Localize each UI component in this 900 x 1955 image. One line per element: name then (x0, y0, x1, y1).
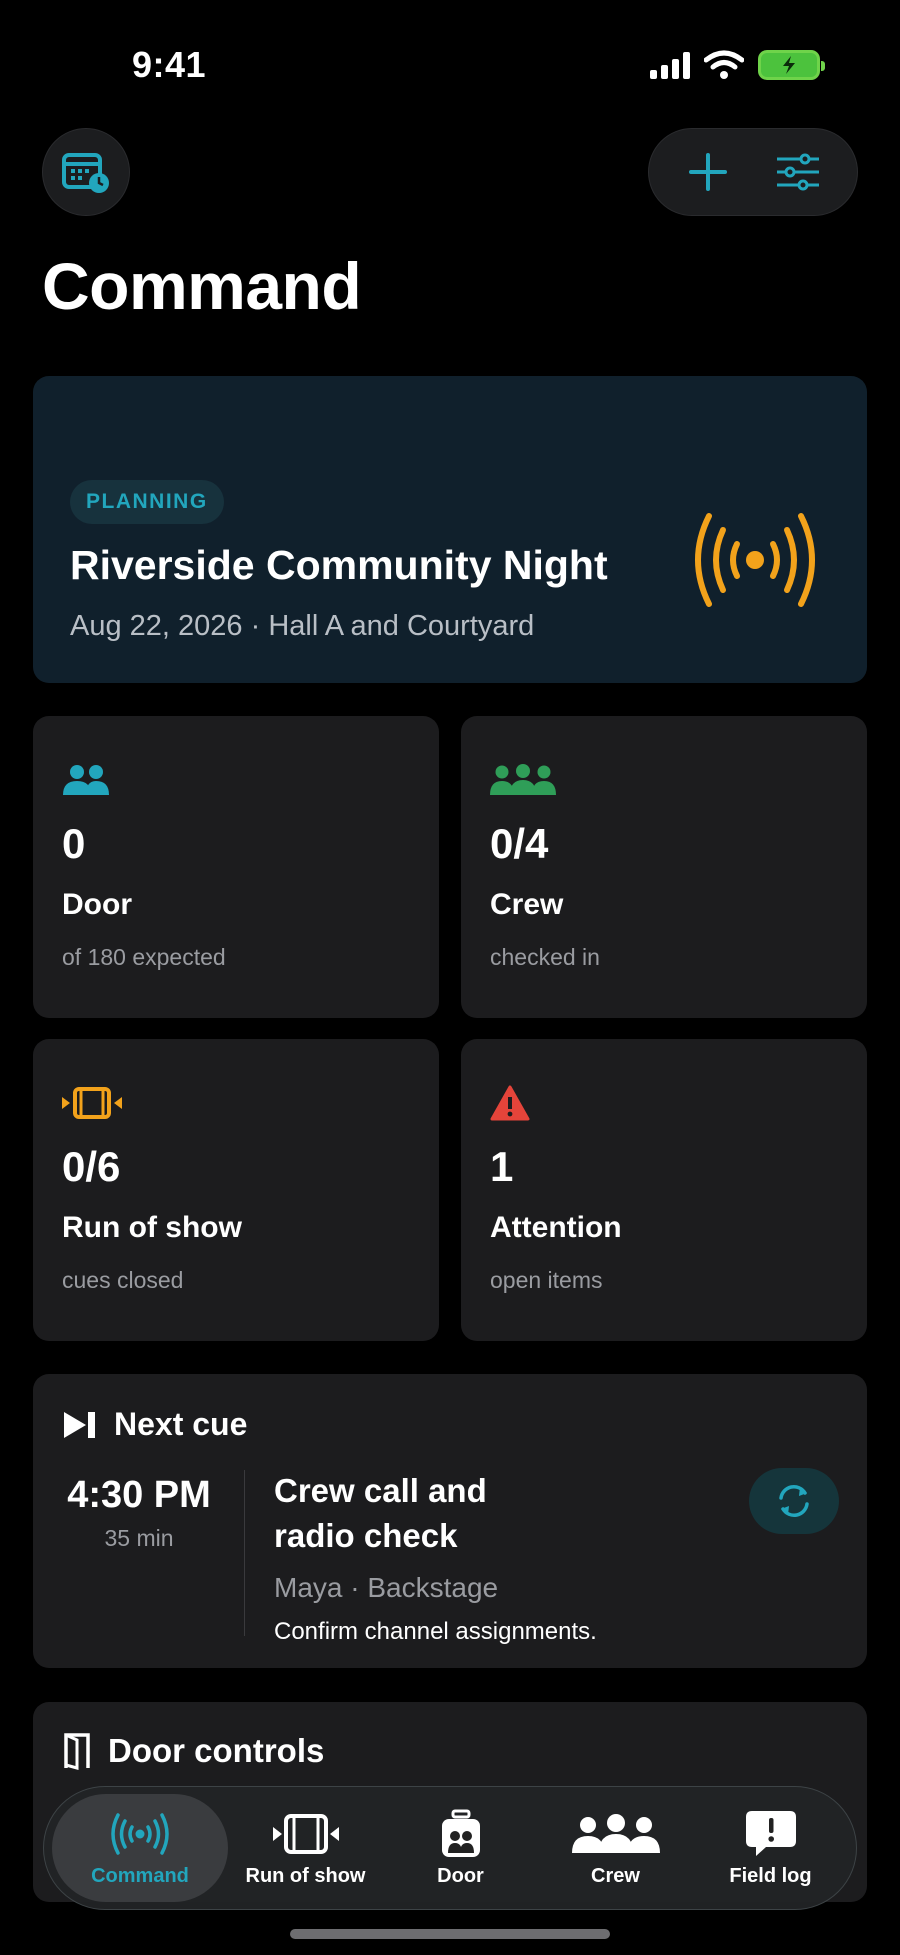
stat-label: Attention (490, 1211, 622, 1244)
badge-holder-icon (439, 1809, 483, 1859)
stat-card-run-of-show[interactable]: 0/6 Run of show cues closed (33, 1039, 439, 1341)
tab-label: Run of show (245, 1864, 366, 1887)
status-bar: 9:41 (0, 0, 900, 130)
cue-time-block: 4:30 PM 35 min (62, 1474, 216, 1552)
stat-value: 0/6 (62, 1143, 121, 1190)
stat-label: Run of show (62, 1211, 242, 1244)
event-details: Aug 22, 2026 · Hall A and Courtyard (70, 610, 535, 642)
tab-field-log[interactable]: Field log (693, 1794, 848, 1902)
warning-icon (490, 1083, 530, 1123)
stat-caption: checked in (490, 944, 600, 970)
header-actions (648, 128, 858, 216)
stat-card-crew[interactable]: 0/4 Crew checked in (461, 716, 867, 1018)
cue-refresh-button[interactable] (749, 1468, 839, 1534)
stat-label: Crew (490, 888, 564, 921)
plus-icon (689, 153, 727, 191)
tab-bar: Command Run of show Door Crew Field log (43, 1786, 857, 1910)
next-cue-card[interactable]: Next cue 4:30 PM 35 min Crew call and ra… (33, 1374, 867, 1668)
filter-button[interactable] (768, 142, 828, 202)
crew-icon (490, 760, 556, 800)
broadcast-icon (695, 513, 815, 607)
cue-time: 4:30 PM (67, 1474, 211, 1516)
next-cue-heading: Next cue (114, 1406, 248, 1442)
event-card[interactable]: PLANNING Riverside Community Night Aug 2… (33, 376, 867, 683)
alert-message-icon (744, 1809, 798, 1859)
stat-card-door[interactable]: 0 Door of 180 expected (33, 716, 439, 1018)
cellular-signal-icon (650, 51, 690, 79)
event-title: Riverside Community Night (70, 542, 608, 588)
divider (244, 1470, 245, 1636)
film-icon (272, 1809, 339, 1859)
tab-label: Door (437, 1864, 484, 1887)
play-next-icon (64, 1411, 95, 1438)
cue-title: Crew call and radio check (274, 1472, 487, 1554)
calendar-clock-icon (62, 153, 109, 193)
tab-door[interactable]: Door (383, 1794, 538, 1902)
cue-body: Crew call and radio check Maya · Backsta… (274, 1468, 694, 1646)
door-controls-header: Door controls (62, 1732, 324, 1770)
stat-label: Door (62, 888, 132, 921)
stat-card-attention[interactable]: 1 Attention open items (461, 1039, 867, 1341)
status-badge: PLANNING (70, 480, 224, 524)
stat-value: 0 (62, 820, 86, 867)
tab-run-of-show[interactable]: Run of show (228, 1794, 383, 1902)
broadcast-icon (109, 1809, 171, 1859)
home-indicator[interactable] (290, 1929, 610, 1939)
battery-icon (758, 50, 825, 80)
cue-meta: Maya · Backstage (274, 1572, 499, 1603)
stat-value: 0/4 (490, 820, 549, 867)
stat-caption: of 180 expected (62, 944, 226, 970)
calendar-button[interactable] (42, 128, 130, 216)
tab-label: Field log (729, 1864, 812, 1887)
tab-label: Crew (591, 1864, 640, 1887)
wifi-icon (704, 50, 744, 79)
tab-label: Command (91, 1864, 189, 1887)
stat-value: 1 (490, 1143, 514, 1190)
stat-caption: open items (490, 1267, 603, 1293)
status-icons (650, 50, 825, 80)
refresh-icon (779, 1485, 809, 1517)
people-icon (62, 760, 110, 800)
sliders-icon (777, 153, 819, 191)
status-time: 9:41 (132, 44, 207, 85)
next-cue-header: Next cue (62, 1406, 247, 1443)
tab-crew[interactable]: Crew (538, 1794, 693, 1902)
door-icon (64, 1733, 90, 1770)
film-icon (62, 1083, 122, 1123)
door-controls-heading: Door controls (108, 1732, 325, 1769)
add-button[interactable] (678, 142, 738, 202)
tab-command[interactable]: Command (52, 1794, 228, 1902)
crew-icon (571, 1809, 660, 1859)
page-title: Command (42, 249, 362, 323)
cue-note: Confirm channel assignments. (274, 1618, 597, 1645)
cue-duration: 35 min (104, 1525, 174, 1551)
stat-caption: cues closed (62, 1267, 184, 1293)
